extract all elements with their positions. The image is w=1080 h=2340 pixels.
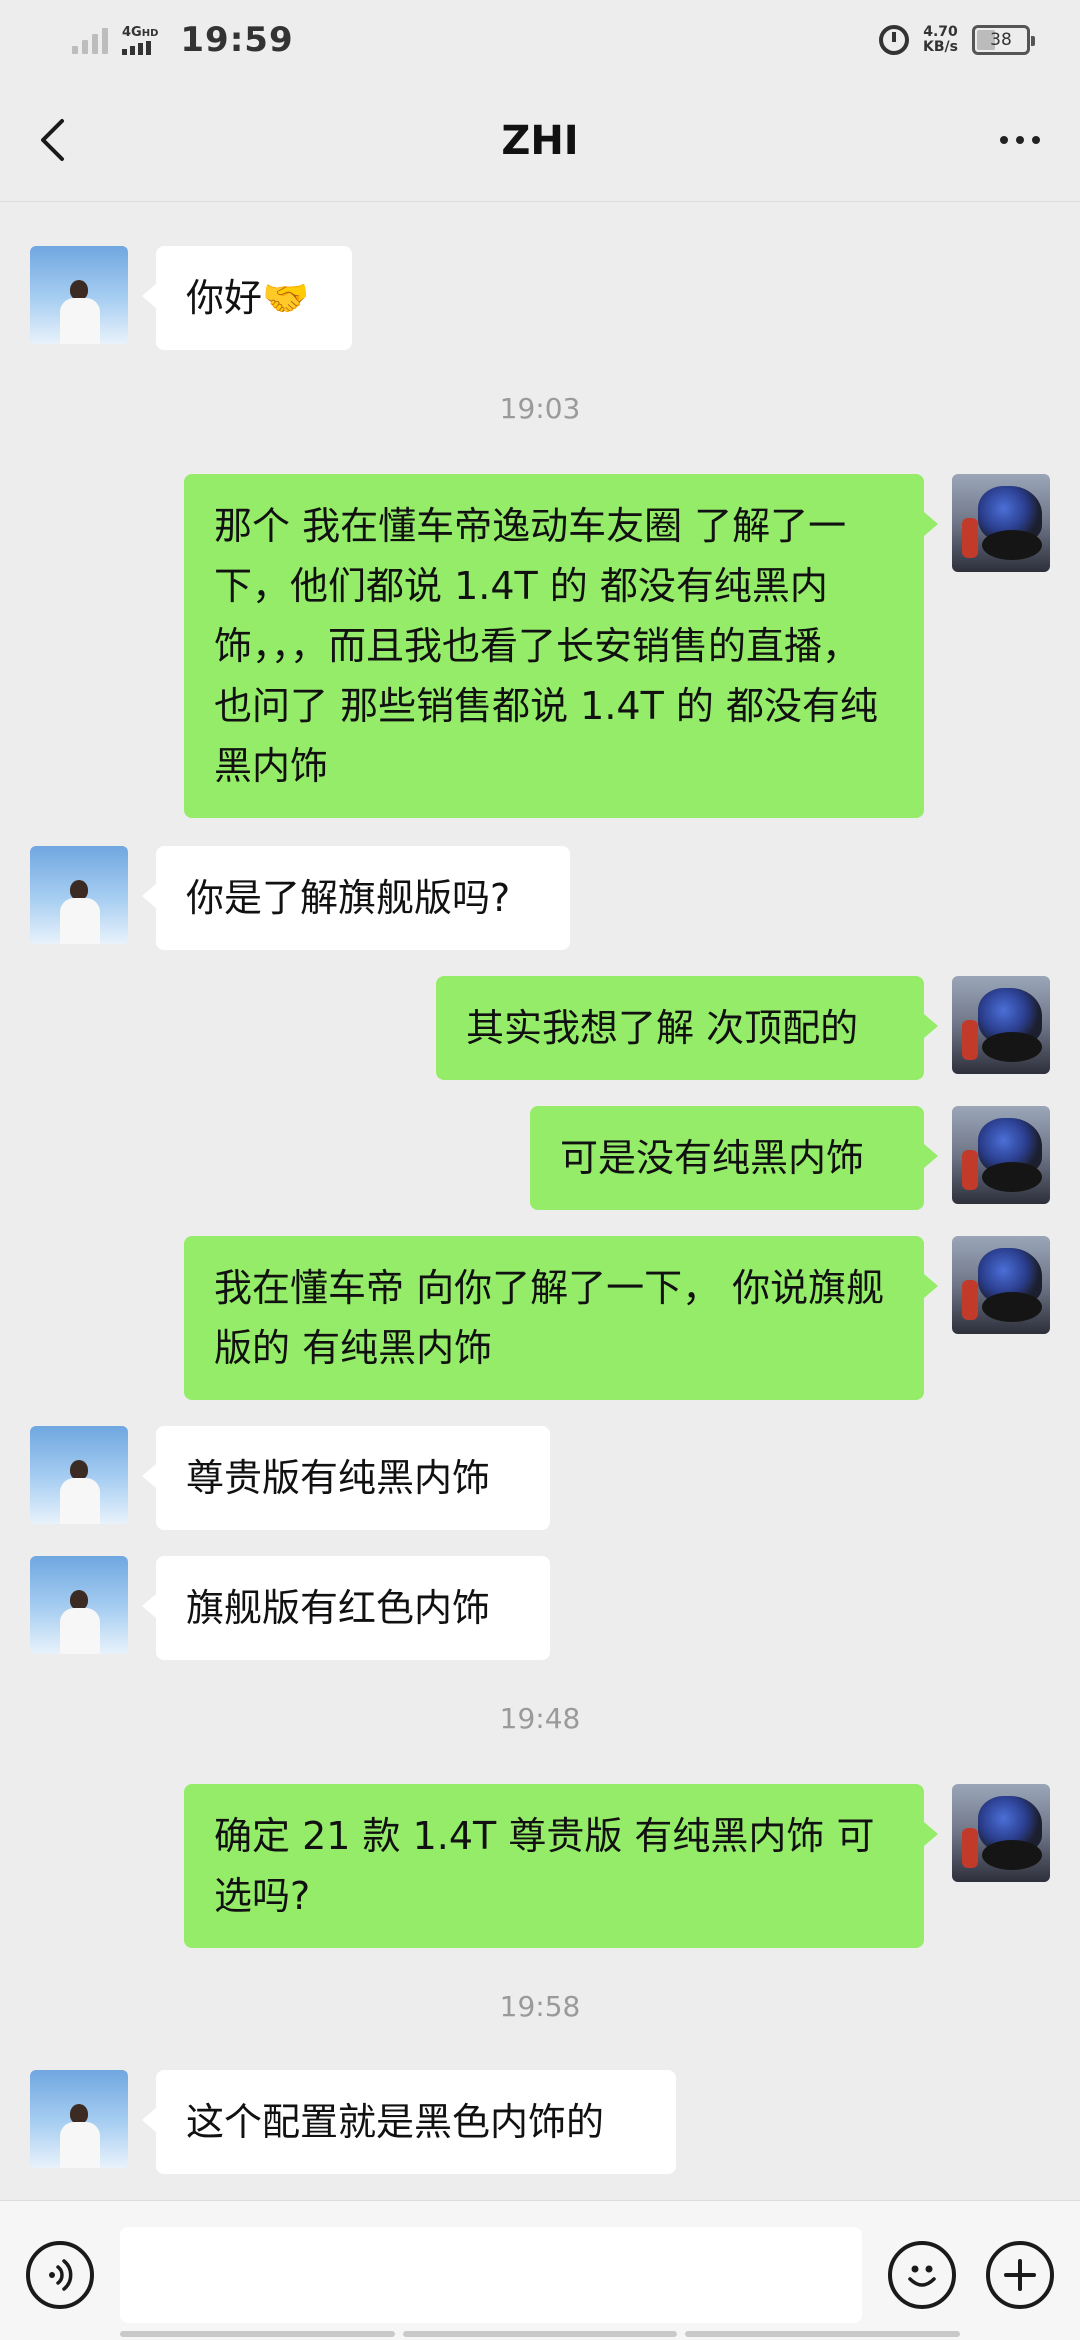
my-avatar[interactable] (952, 474, 1050, 572)
message-bubble-incoming[interactable]: 尊贵版有纯黑内饰 (142, 1426, 550, 1530)
message-timestamp: 19:48 (499, 1702, 581, 1735)
emoji-icon (908, 2265, 936, 2287)
status-left: 4GHD 19:59 (72, 20, 294, 60)
voice-icon (49, 2259, 73, 2291)
message-timestamp: 19:03 (499, 392, 581, 425)
message-bubble-incoming[interactable]: 旗舰版有红色内饰 (142, 1556, 550, 1660)
message-bubble-incoming[interactable]: 你好🤝 (142, 246, 352, 350)
contact-avatar[interactable] (30, 246, 128, 344)
plus-button[interactable] (986, 2241, 1054, 2309)
contact-avatar[interactable] (30, 1556, 128, 1654)
battery-level: 38 (990, 30, 1012, 50)
message-bubble-incoming[interactable]: 这个配置就是黑色内饰的 (142, 2070, 676, 2174)
more-dot (1000, 136, 1008, 144)
more-dot (1032, 136, 1040, 144)
emoji-button[interactable] (888, 2241, 956, 2309)
network-sub-label: HD (141, 27, 159, 39)
network-speed-value: 4.70 (923, 24, 958, 40)
contact-avatar[interactable] (30, 1426, 128, 1524)
network-indicator: 4GHD (122, 24, 159, 55)
message-timestamp: 19:58 (499, 1990, 581, 2023)
input-bar (0, 2200, 1080, 2340)
message-bubble-outgoing[interactable]: 可是没有纯黑内饰 (530, 1106, 938, 1210)
my-avatar[interactable] (952, 1784, 1050, 1882)
message-bubble-outgoing[interactable]: 我在懂车帝 向你了解了一下， 你说旗舰版的 有纯黑内饰 (184, 1236, 938, 1400)
voice-button[interactable] (26, 2241, 94, 2309)
network-label: 4G (122, 24, 142, 40)
back-button[interactable] (30, 118, 74, 162)
message-input[interactable] (120, 2227, 862, 2323)
contact-avatar[interactable] (30, 2070, 128, 2168)
message-bubble-incoming[interactable]: 你是了解旗舰版吗? (142, 846, 570, 950)
plus-icon (1004, 2259, 1036, 2291)
network-speed-unit: KB/s (923, 39, 958, 55)
more-dot (1016, 136, 1024, 144)
alarm-icon (879, 25, 910, 55)
signal-icon (72, 26, 108, 54)
message-bubble-outgoing[interactable]: 确定 21 款 1.4T 尊贵版 有纯黑内饰 可选吗? (184, 1784, 938, 1948)
status-right: 4.70 KB/s 38 (879, 25, 1035, 55)
network-speed: 4.70 KB/s (923, 25, 958, 55)
message-bubble-outgoing[interactable]: 其实我想了解 次顶配的 (436, 976, 938, 1080)
nav-bar: ZHI (0, 80, 1080, 202)
my-avatar[interactable] (952, 976, 1050, 1074)
battery-icon: 38 (972, 25, 1035, 55)
status-time: 19:59 (180, 20, 294, 60)
chevron-left-icon (41, 119, 64, 161)
message-bubble-outgoing[interactable]: 那个 我在懂车帝逸动车友圈 了解了一下，他们都说 1.4T 的 都没有纯黑内饰，… (184, 474, 938, 818)
status-bar: 4GHD 19:59 4.70 KB/s 38 (0, 0, 1080, 80)
my-avatar[interactable] (952, 1236, 1050, 1334)
network-bars-icon (122, 40, 158, 55)
home-indicator (120, 2331, 961, 2337)
chat-title: ZHI (501, 117, 579, 164)
chat-area[interactable]: 你好🤝 19:03 那个 我在懂车帝逸动车友圈 了解了一下，他们都说 1.4T … (0, 202, 1080, 2202)
more-button[interactable] (990, 118, 1050, 162)
contact-avatar[interactable] (30, 846, 128, 944)
my-avatar[interactable] (952, 1106, 1050, 1204)
